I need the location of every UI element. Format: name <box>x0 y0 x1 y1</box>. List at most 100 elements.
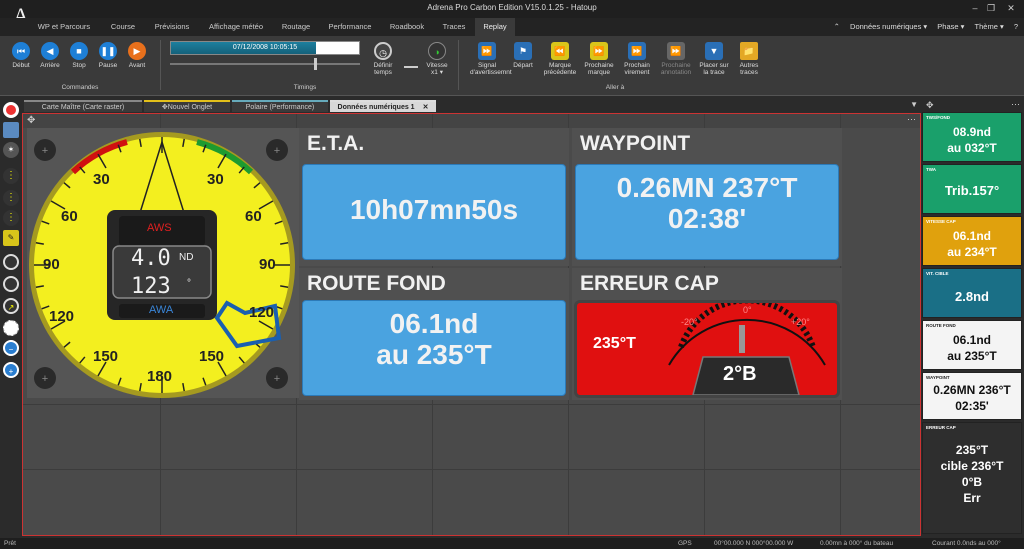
prochaine-annotation-button[interactable]: ⏩ Prochaine annotation <box>658 42 694 76</box>
card-value: 06.1nd <box>952 333 991 347</box>
more-icon[interactable]: ⋯ <box>907 114 916 125</box>
card-value: 02:35' <box>955 399 989 413</box>
buoy-back-icon: ⏪ <box>551 42 569 60</box>
status-bar: Prêt GPS 00°00.000 N 000°00.000 W 0.00mn… <box>0 538 1024 549</box>
ribbon-separator <box>458 40 459 90</box>
tab-course[interactable]: Course <box>102 18 144 36</box>
tab-carte-maitre[interactable]: Carte Maître (Carte raster) <box>24 100 142 112</box>
aws-unit: ND <box>179 252 194 263</box>
tab-polaire[interactable]: Polaire (Performance) <box>232 100 328 112</box>
move-icon[interactable]: ✥ <box>27 115 35 126</box>
buoy-markers-icon[interactable]: ⋮ <box>3 168 19 184</box>
selection-icon[interactable] <box>3 320 19 336</box>
move-icon[interactable]: ✥ <box>926 100 934 111</box>
minimize-button[interactable]: – <box>968 2 982 14</box>
close-tab-icon[interactable]: ✕ <box>423 104 429 111</box>
card-route-fond: ROUTE FOND 06.1nd au 235°T <box>922 320 1022 370</box>
folder-icon: 📁 <box>740 42 758 60</box>
restore-button[interactable]: ❐ <box>984 2 998 14</box>
help-button[interactable]: ? <box>1014 22 1018 31</box>
route-fond-speed: 06.1nd <box>389 308 479 339</box>
gauge-label-150-left: 150 <box>93 348 119 365</box>
skip-start-icon: ⏮ <box>12 42 30 60</box>
notes-icon[interactable]: ✎ <box>3 230 19 246</box>
card-label: TWA <box>926 167 936 172</box>
menu-donnees-numeriques[interactable]: Données numériques ▾ <box>850 22 927 31</box>
avant-button[interactable]: ▶ Avant <box>122 42 152 69</box>
tab-wp-parcours[interactable]: WP et Parcours <box>28 18 100 36</box>
grid-line <box>23 469 920 470</box>
menu-tabs: WP et Parcours Course Prévisions Afficha… <box>0 18 1024 36</box>
ribbon-separator <box>160 40 161 90</box>
tab-traces[interactable]: Traces <box>434 18 474 36</box>
eta-value-box: 10h07mn50s <box>302 164 566 260</box>
pause-icon: ❚❚ <box>99 42 117 60</box>
dashboard-area: ✥ ⋯ + + + + 30 30 60 60 90 90 120 120 15… <box>22 113 921 536</box>
card-value: cible 236°T <box>940 459 1004 473</box>
stop-button[interactable]: ■ Stop <box>64 42 94 69</box>
tab-performance[interactable]: Performance <box>320 18 380 36</box>
placer-sur-trace-button[interactable]: ▼ Placer sur la trace <box>698 42 730 76</box>
depart-button[interactable]: ⚑ Départ <box>508 42 538 69</box>
definir-temps-button[interactable]: ◷ Définir temps <box>368 42 398 76</box>
debut-button[interactable]: ⏮ Début <box>6 42 36 69</box>
tab-previsions[interactable]: Prévisions <box>146 18 198 36</box>
gauge-label-90-left: 90 <box>43 256 60 273</box>
zoom-out-icon[interactable]: − <box>3 340 19 356</box>
vitesse-button[interactable]: ◑ Vitesse x1 ▾ <box>422 42 452 76</box>
clock-icon[interactable] <box>3 276 19 292</box>
wind-icon[interactable]: ↗ <box>3 298 19 314</box>
gauge-label-120-left: 120 <box>49 308 75 325</box>
prochain-virement-button[interactable]: ⏩ Prochain virement <box>620 42 654 76</box>
arriere-button[interactable]: ◀ Arrière <box>35 42 65 69</box>
waypoint-value-box: 0.26MN 237°T 02:38' <box>575 164 839 260</box>
marque-precedente-button[interactable]: ⏪ Marque précédente <box>542 42 578 76</box>
tab-affichage-meteo[interactable]: Affichage météo <box>200 18 272 36</box>
zoom-in-icon[interactable]: + <box>3 362 19 378</box>
close-button[interactable]: ✕ <box>1004 2 1018 14</box>
autres-traces-button[interactable]: 📁 Autres traces <box>734 42 764 76</box>
document-tabs: Carte Maître (Carte raster) ✥Nouvel Ongl… <box>22 100 920 112</box>
menu-phase[interactable]: Phase ▾ <box>937 22 964 31</box>
gauge-label-60-right: 60 <box>245 208 262 225</box>
group-label-aller-a: Aller à <box>605 84 625 91</box>
tab-roadbook[interactable]: Roadbook <box>382 18 432 36</box>
card-value: 06.1nd <box>952 229 991 243</box>
map-icon[interactable] <box>3 122 19 138</box>
tab-donnees-numeriques[interactable]: Données numériques 1 ✕ <box>330 100 436 112</box>
time-progress-bar[interactable]: 07/12/2008 10:05:15 <box>170 41 360 55</box>
lifebuoy-icon[interactable] <box>3 102 19 118</box>
card-value: Trib.157° <box>944 183 1000 198</box>
title-bar: A Adrena Pro Carbon Edition V15.0.1.25 -… <box>0 0 1024 28</box>
dropdown-arrow-icon[interactable]: ▼ <box>910 100 918 109</box>
buoy-forward-icon: ⏩ <box>590 42 608 60</box>
prochaine-marque-button[interactable]: ⏩ Prochaine marque <box>582 42 616 76</box>
route-fond-heading: au 235°T <box>376 338 492 370</box>
erreur-cap-minus: -20° <box>681 317 698 327</box>
menu-theme[interactable]: Thème ▾ <box>975 22 1004 31</box>
more-icon[interactable]: ⋯ <box>1011 99 1020 110</box>
panel-title: WAYPOINT <box>580 132 691 155</box>
card-vitesse-cap: VITESSE CAP 06.1nd au 234°T <box>922 216 1022 266</box>
panel-erreur-cap: ERREUR CAP 235°T -20° 0° +20° 2°B <box>572 268 842 400</box>
erreur-cap-plus: +20° <box>791 317 810 327</box>
panel-title: E.T.A. <box>307 132 365 155</box>
fan-icon[interactable]: ✶ <box>3 142 19 158</box>
time-slider[interactable] <box>170 58 360 70</box>
aws-value: 4.0 <box>131 246 171 271</box>
panel-title: ROUTE FOND <box>307 272 446 295</box>
cursor-coords: 00°00.000 N 000°00.000 W <box>714 540 794 547</box>
layers-icon[interactable]: ⋮ <box>3 210 19 226</box>
aws-label: AWS <box>147 222 172 234</box>
waypoint-time: 02:38' <box>667 202 747 234</box>
compass-icon[interactable] <box>3 254 19 270</box>
pause-button[interactable]: ❚❚ Pause <box>93 42 123 69</box>
route-markers-icon[interactable]: ⋮ <box>3 190 19 206</box>
tab-nouvel-onglet[interactable]: ✥Nouvel Onglet <box>144 100 230 112</box>
chevron-up-icon[interactable]: ⌃ <box>834 22 840 31</box>
card-value: 08.9nd <box>952 125 991 139</box>
signal-avertissement-button[interactable]: ⏩ Signal d'avertissemnt <box>470 42 512 76</box>
tab-replay[interactable]: Replay <box>475 18 515 36</box>
time-slider-thumb[interactable] <box>314 58 317 70</box>
tab-routage[interactable]: Routage <box>274 18 318 36</box>
